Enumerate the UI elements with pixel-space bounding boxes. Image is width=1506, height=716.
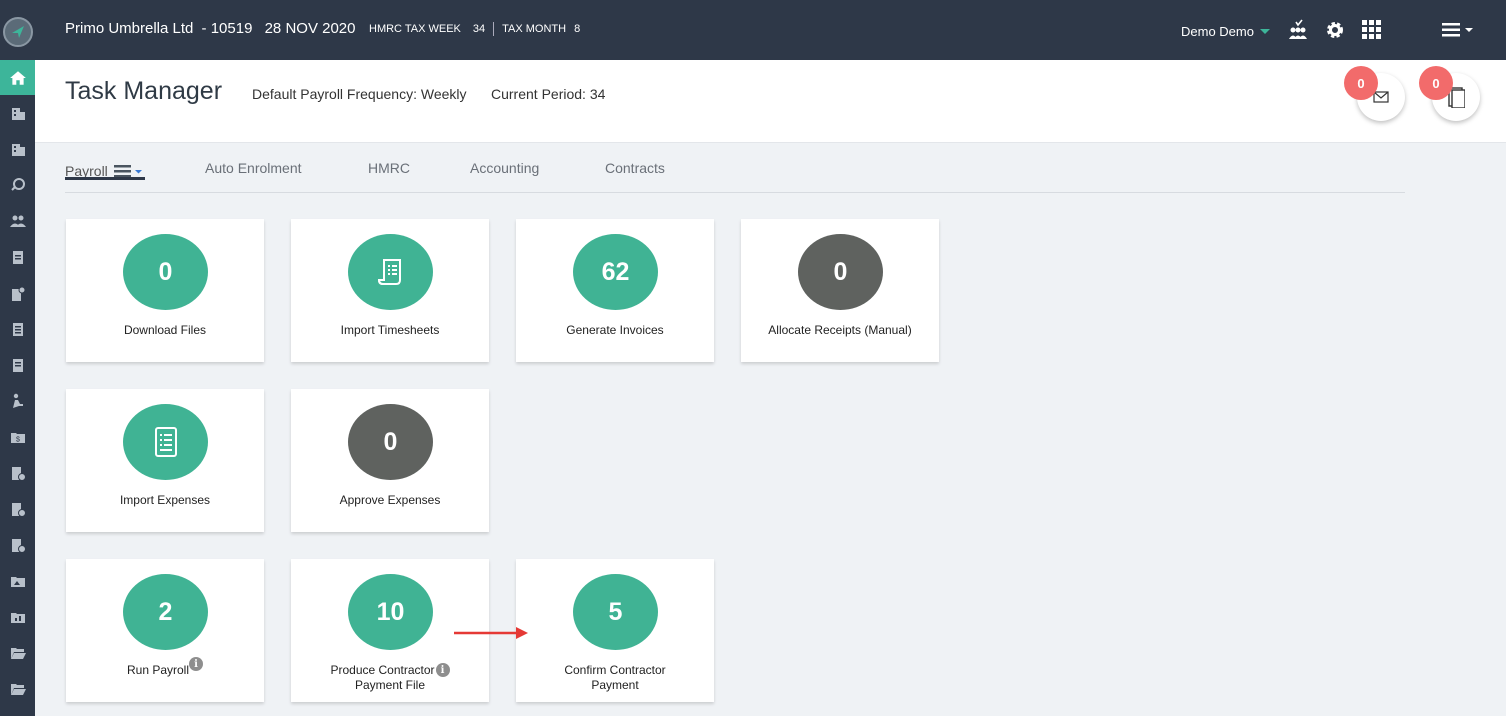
card-label-line1: Confirm Contractor xyxy=(564,663,666,677)
tab-auto-enrolment[interactable]: Auto Enrolment xyxy=(205,160,302,176)
hmrc-tax-week-label: HMRC TAX WEEK xyxy=(369,23,461,35)
annotation-arrow-icon xyxy=(454,627,528,639)
card-label-row: Run Payroll i xyxy=(66,657,264,678)
folder-chart-icon[interactable] xyxy=(0,603,35,631)
card-label-line2: Payment xyxy=(591,678,639,692)
documents-badge: 0 xyxy=(1419,66,1453,100)
card-label: Approve Expenses xyxy=(339,493,441,507)
separator xyxy=(493,22,495,36)
tab-contracts[interactable]: Contracts xyxy=(605,160,665,176)
gear-icon[interactable] xyxy=(1323,18,1347,42)
card-label: Import Timesheets xyxy=(340,323,440,337)
list-menu-icon xyxy=(113,165,142,178)
document-info-alt2-icon[interactable] xyxy=(0,531,35,559)
home-icon[interactable] xyxy=(0,60,35,95)
task-card-run-payroll[interactable]: 2 Run Payroll i xyxy=(66,559,264,702)
hmrc-tax-week-value: 34 xyxy=(472,23,486,35)
card-label: Download Files xyxy=(123,323,207,337)
users-icon[interactable] xyxy=(0,207,35,235)
clipboard-icon[interactable] xyxy=(0,243,35,271)
card-label-line1: Produce Contractor xyxy=(330,663,435,677)
info-icon[interactable]: i xyxy=(189,657,204,671)
card-label-row: Produce Contractor i Payment File xyxy=(291,663,489,693)
tax-month-label: TAX MONTH xyxy=(502,23,567,35)
sidebar: $ xyxy=(0,0,35,716)
task-card-import-timesheets[interactable]: Import Timesheets xyxy=(291,219,489,362)
user-menu[interactable]: Demo Demo xyxy=(1181,24,1270,39)
folder-open-alt-icon[interactable] xyxy=(0,675,35,703)
current-period: Current Period: 34 xyxy=(491,86,606,102)
tab-hmrc[interactable]: HMRC xyxy=(368,160,410,176)
task-card-confirm-payment[interactable]: 5 Confirm Contractor Payment xyxy=(516,559,714,702)
task-card-approve-expenses[interactable]: 0 Approve Expenses xyxy=(291,389,489,532)
document-icon[interactable] xyxy=(0,315,35,343)
timesheet-icon xyxy=(348,234,433,310)
logo-icon[interactable] xyxy=(3,17,33,47)
task-card-allocate-receipts[interactable]: 0 Allocate Receipts (Manual) xyxy=(741,219,939,362)
company-name: Primo Umbrella Ltd xyxy=(65,20,194,37)
count-badge: 0 xyxy=(798,234,883,310)
company-info: Primo Umbrella Ltd - 10519 28 NOV 2020 xyxy=(65,20,356,37)
card-label-row: Confirm Contractor Payment xyxy=(516,663,714,693)
card-label: Generate Invoices xyxy=(566,323,664,337)
count-badge: 5 xyxy=(573,574,658,650)
support-24-icon[interactable] xyxy=(0,171,35,199)
count-badge: 2 xyxy=(123,574,208,650)
folder-image-icon[interactable] xyxy=(0,567,35,595)
tab-bar: Payroll Auto Enrolment HMRC Accounting C… xyxy=(65,143,1405,193)
approvals-icon[interactable] xyxy=(1286,18,1310,42)
menu-icon[interactable] xyxy=(1439,18,1479,42)
folder-open-icon[interactable] xyxy=(0,639,35,667)
tax-info: HMRC TAX WEEK 34 TAX MONTH 8 xyxy=(369,22,580,36)
tab-payroll[interactable]: Payroll xyxy=(65,163,146,180)
top-bar: Primo Umbrella Ltd - 10519 28 NOV 2020 H… xyxy=(35,0,1506,60)
count-badge: 0 xyxy=(348,404,433,480)
card-label: Import Expenses xyxy=(119,493,211,507)
money-folder-icon[interactable]: $ xyxy=(0,423,35,451)
company-id: - 10519 xyxy=(201,20,253,37)
chevron-down-icon xyxy=(1259,29,1270,34)
document-info-alt-icon[interactable] xyxy=(0,495,35,523)
building-icon[interactable] xyxy=(0,99,35,127)
task-card-import-expenses[interactable]: Import Expenses xyxy=(66,389,264,532)
svg-text:$: $ xyxy=(16,437,20,444)
count-badge: 62 xyxy=(573,234,658,310)
user-name: Demo Demo xyxy=(1181,24,1254,39)
document-info-icon[interactable] xyxy=(0,459,35,487)
count-badge: 0 xyxy=(123,234,208,310)
apps-grid-icon[interactable] xyxy=(1360,18,1384,42)
info-icon[interactable]: i xyxy=(435,663,450,677)
card-label-line2: Payment File xyxy=(354,678,426,692)
tax-month-value: 8 xyxy=(574,23,581,35)
card-label: Run Payroll xyxy=(126,663,190,677)
building-alt-icon[interactable] xyxy=(0,135,35,163)
worker-icon[interactable] xyxy=(0,387,35,415)
active-tab-indicator xyxy=(65,177,145,180)
card-label: Allocate Receipts (Manual) xyxy=(768,323,912,337)
page-header: Task Manager Default Payroll Frequency: … xyxy=(35,60,1506,143)
envelope-icon xyxy=(1373,91,1389,103)
document-list-icon[interactable] xyxy=(0,351,35,379)
current-date: 28 NOV 2020 xyxy=(264,20,356,37)
expenses-document-icon xyxy=(123,404,208,480)
count-badge: 10 xyxy=(348,574,433,650)
document-settings-icon[interactable] xyxy=(0,280,35,308)
page-title: Task Manager xyxy=(65,77,223,105)
payroll-frequency: Default Payroll Frequency: Weekly xyxy=(252,86,467,102)
tab-accounting[interactable]: Accounting xyxy=(470,160,539,176)
task-card-generate-invoices[interactable]: 62 Generate Invoices xyxy=(516,219,714,362)
messages-badge: 0 xyxy=(1344,66,1378,100)
task-card-download-files[interactable]: 0 Download Files xyxy=(66,219,264,362)
